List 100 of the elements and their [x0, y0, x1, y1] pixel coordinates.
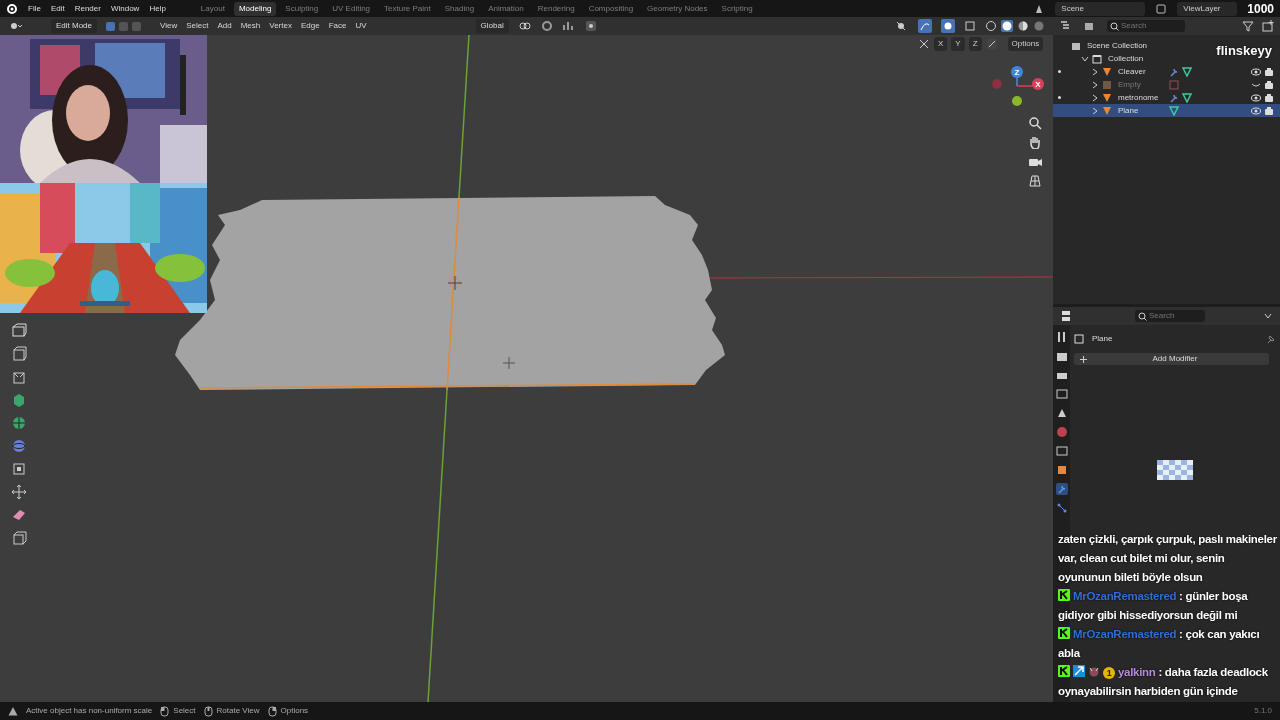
sphere-icon[interactable] — [11, 438, 27, 454]
menu-item[interactable]: Edge — [300, 20, 320, 32]
workspace-tab[interactable]: Scripting — [716, 1, 758, 16]
grid-icon[interactable] — [1028, 173, 1042, 187]
pin-icon[interactable] — [1266, 334, 1276, 344]
cube-icon[interactable] — [11, 369, 27, 385]
outliner-row[interactable]: Cleaver — [1053, 65, 1280, 78]
shading-button[interactable] — [985, 20, 997, 32]
link-icon[interactable] — [517, 20, 532, 32]
menu-item[interactable]: Help — [149, 2, 166, 15]
menu-item[interactable]: Vertex — [269, 20, 292, 32]
shading-button[interactable] — [1001, 20, 1013, 32]
axis-toggle-button[interactable]: X — [934, 37, 948, 51]
cube-icon[interactable] — [11, 461, 27, 477]
cube-icon[interactable] — [11, 346, 27, 362]
overlay-toggle-icon[interactable] — [941, 19, 955, 33]
add-modifier-button[interactable]: Add Modifier — [1074, 353, 1269, 365]
menu-item[interactable]: Render — [74, 2, 101, 15]
view-layer-field[interactable]: ViewLayer — [1177, 1, 1238, 16]
gizmo-toggle-icon[interactable] — [918, 19, 932, 33]
plane-mesh[interactable] — [175, 196, 725, 390]
mirror-icon[interactable] — [918, 38, 930, 50]
menu-item[interactable]: File — [28, 2, 41, 15]
cube-icon[interactable] — [11, 392, 27, 408]
menu-item[interactable]: Face — [328, 20, 347, 32]
workspace-tab[interactable]: Sculpting — [280, 1, 324, 16]
workspace-tab[interactable]: Geometry Nodes — [642, 1, 713, 16]
axis-toggle-button[interactable]: Y — [951, 37, 965, 51]
outliner-label[interactable]: Scene Collection — [1087, 39, 1148, 52]
workspace-tab[interactable]: Texture Paint — [379, 1, 436, 16]
eye-icon[interactable] — [1251, 66, 1261, 77]
editor-type-icon[interactable] — [8, 20, 24, 32]
camera-icon[interactable] — [1264, 92, 1274, 103]
outliner-label[interactable]: Cleaver — [1118, 65, 1166, 78]
move-icon[interactable] — [11, 484, 27, 500]
menu-item[interactable]: Select — [186, 20, 209, 32]
outliner-row[interactable]: Plane — [1053, 104, 1280, 117]
menu-item[interactable]: View — [160, 20, 178, 32]
proportional-icon[interactable] — [540, 20, 553, 32]
wrench-icon[interactable] — [1055, 483, 1068, 495]
view-layer-icon[interactable] — [1155, 2, 1168, 15]
camera-icon[interactable] — [1264, 105, 1274, 116]
menu-item[interactable]: Mesh — [240, 20, 261, 32]
chevron-icon[interactable] — [1091, 106, 1099, 115]
outliner-label[interactable]: metronome — [1118, 91, 1166, 104]
auto-merge-icon[interactable] — [985, 38, 998, 50]
orientation-dropdown[interactable]: Global — [475, 19, 509, 33]
mesh-data-icon[interactable] — [1182, 92, 1192, 103]
cube-icon[interactable] — [11, 530, 27, 546]
chevron-icon[interactable] — [1264, 312, 1272, 320]
eye-icon[interactable] — [1251, 92, 1261, 103]
chevron-icon[interactable] — [1091, 67, 1099, 76]
workspace-tab[interactable]: Animation — [483, 1, 529, 16]
eye-icon[interactable] — [1251, 105, 1261, 116]
axis-gizmo-drawing[interactable] — [992, 66, 1044, 106]
sphere-icon[interactable] — [11, 415, 27, 431]
snap-toggle-icon[interactable] — [584, 20, 597, 32]
scene-field[interactable]: Scene — [1055, 1, 1146, 16]
select-mode-button[interactable] — [106, 21, 116, 31]
new-collection-icon[interactable] — [1262, 20, 1274, 32]
search-field[interactable]: Search — [1107, 20, 1185, 32]
outliner-label[interactable]: Collection — [1108, 52, 1156, 65]
hand-icon[interactable] — [1028, 135, 1042, 149]
box-select-icon[interactable] — [11, 323, 27, 339]
workspace-tab[interactable]: Modeling — [233, 1, 277, 16]
outliner-label[interactable]: Plane — [1118, 104, 1166, 117]
eraser-icon[interactable] — [11, 507, 27, 523]
workspace-tab[interactable]: UV Editing — [327, 1, 376, 16]
search-field[interactable]: Search — [1135, 310, 1205, 322]
chat-username[interactable]: yalkinn — [1118, 666, 1156, 678]
options-dropdown[interactable]: Options — [1007, 37, 1044, 51]
search-icon[interactable] — [1028, 116, 1042, 130]
mesh-icon — [1102, 105, 1112, 116]
mesh-data-icon[interactable] — [1182, 66, 1192, 77]
filter-icon[interactable] — [1242, 20, 1254, 32]
particles-icon[interactable] — [1055, 502, 1068, 514]
outliner-row[interactable]: metronome — [1053, 91, 1280, 104]
camera-icon[interactable] — [1264, 66, 1274, 77]
menu-item[interactable]: Add — [217, 20, 232, 32]
chevron-icon[interactable] — [1081, 54, 1089, 63]
xray-icon[interactable] — [964, 20, 976, 32]
wrench-icon[interactable] — [1169, 66, 1179, 77]
axis-toggle-button[interactable]: Z — [968, 37, 982, 51]
mesh-data-icon[interactable] — [1169, 105, 1179, 116]
snap-icon[interactable] — [561, 20, 576, 32]
menu-item[interactable]: Window — [110, 2, 140, 15]
shading-button[interactable] — [1017, 20, 1029, 32]
workspace-tab[interactable]: Rendering — [532, 1, 580, 16]
world-icon[interactable] — [1055, 426, 1068, 438]
scene-icon[interactable] — [1055, 407, 1068, 419]
wrench-icon[interactable] — [1169, 92, 1179, 103]
menu-item[interactable]: UV — [355, 20, 367, 32]
menu-item[interactable]: Edit — [50, 2, 65, 15]
app-logo-icon[interactable] — [6, 2, 18, 15]
chevron-icon[interactable] — [1091, 93, 1099, 102]
workspace-tab[interactable]: Compositing — [583, 1, 639, 16]
workspace-tab[interactable]: Shading — [439, 1, 480, 16]
mode-dropdown[interactable]: Edit Mode — [51, 19, 98, 33]
object-icon[interactable] — [1055, 464, 1068, 476]
workspace-tab[interactable]: Layout — [195, 1, 230, 16]
